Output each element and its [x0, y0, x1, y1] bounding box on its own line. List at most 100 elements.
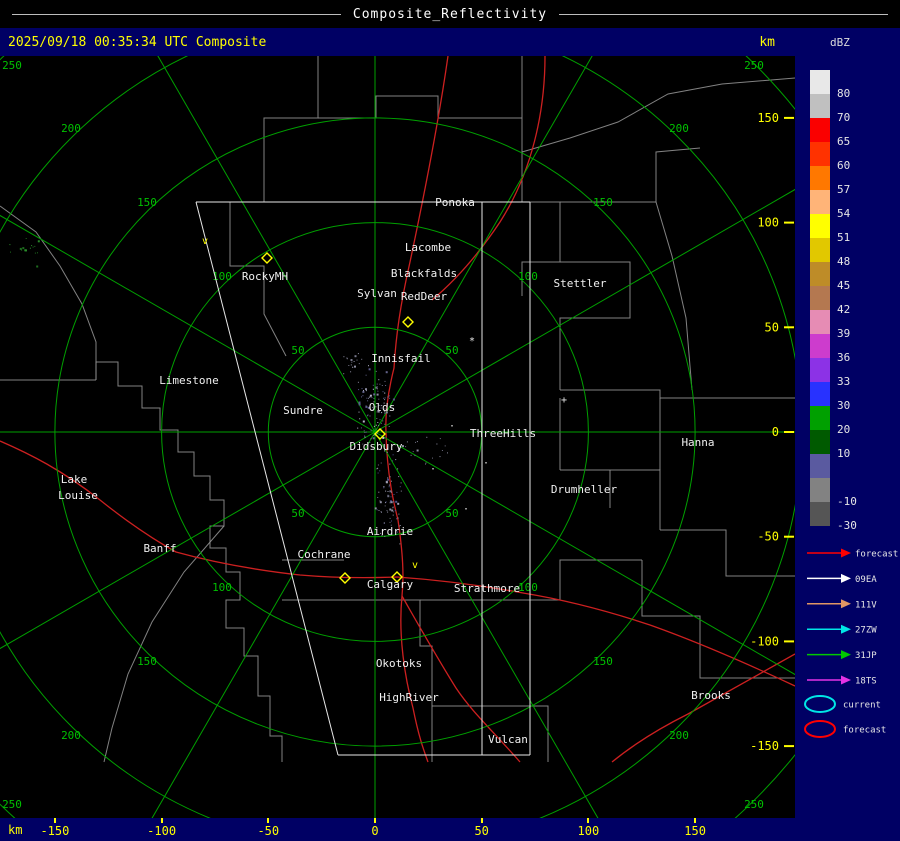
city-label-drumheller: Drumheller: [551, 483, 618, 496]
echo-pixel: [394, 510, 396, 512]
range-ring-label: 150: [593, 196, 613, 209]
echo-pixel: [362, 395, 364, 397]
track-label: 31JP: [855, 651, 877, 661]
legend-band-10: [810, 430, 830, 454]
range-ring-label: 50: [291, 507, 304, 520]
bottom-axis-unit-label: km: [8, 823, 23, 837]
echo-pixel: [400, 482, 402, 484]
bottom-axis-tick: [160, 818, 163, 823]
echo-pixel: [362, 390, 365, 393]
legend-value: 10: [837, 447, 851, 460]
echo-pixel: [389, 502, 391, 504]
echo-pixel: [392, 507, 394, 509]
echo-pixel: [373, 438, 375, 440]
echo-pixel: [343, 356, 345, 358]
legend-value: 80: [837, 87, 851, 100]
echo-pixel: [369, 394, 372, 397]
coverage-line: [195, 201, 339, 756]
right-axis-label: -150: [750, 739, 779, 753]
legend-value: 20: [837, 423, 851, 436]
echo-pixel: [366, 390, 367, 392]
echo-pixel: [391, 520, 392, 522]
title-rule-left: [12, 13, 341, 15]
echo-pixel: [397, 502, 400, 505]
echo-pixel: [395, 500, 398, 503]
echo-pixel: [439, 456, 441, 458]
range-ring-label: 200: [61, 729, 81, 742]
echo-pixel: [396, 491, 398, 493]
boundary-line: [95, 361, 283, 762]
echo-pixel: [388, 484, 390, 486]
echo-pixel: [393, 501, 395, 503]
city-label-okotoks: Okotoks: [376, 657, 422, 670]
city-label-stettler: Stettler: [554, 277, 607, 290]
echo-pixel: [426, 436, 428, 438]
echo-pixel: [389, 415, 391, 417]
range-ring-label: 50: [445, 507, 458, 520]
point-markers: * + · · · ·: [430, 336, 567, 515]
legend-value: 48: [837, 255, 851, 268]
echo-pixel: [350, 364, 352, 366]
track-arrow-head: [841, 650, 851, 660]
echo-pixel: [392, 514, 394, 516]
echo-pixel: [380, 462, 382, 464]
echo-pixel: [416, 449, 419, 452]
legend-value: 39: [837, 327, 851, 340]
legend-sidebar: dBZ 80 70 65 60 57 54 51 48 45 42 39 36 33 30 20 10 -10 -…: [795, 28, 900, 841]
echo-pixel: [396, 518, 397, 520]
legend-band-51: [810, 214, 830, 238]
echo-pixel: [375, 424, 377, 426]
echo-pixel: [376, 383, 378, 385]
legend-band-30: [810, 382, 830, 406]
point-marker: ·: [430, 464, 436, 475]
echo-pixel: [34, 245, 36, 247]
legend-band-80: [810, 70, 830, 94]
echo-pixel: [372, 384, 374, 386]
legend-band-42: [810, 286, 830, 310]
city-label-lacombe: Lacombe: [405, 241, 451, 254]
echo-pixel: [377, 464, 379, 466]
city-label-sylvan: Sylvan: [357, 287, 397, 300]
echo-pixel: [366, 397, 368, 399]
echo-pixel: [365, 431, 367, 433]
boundary-line: [560, 389, 795, 399]
echo-pixel: [32, 246, 34, 248]
echo-pixel: [386, 510, 388, 512]
track-legend: forecast 09EA 111V 27ZW 31JP 18TS current forec…: [804, 548, 898, 738]
track-arrow-head: [841, 573, 851, 583]
echo-pixel: [343, 373, 345, 375]
legend-band-39: [810, 310, 830, 334]
track-label: 27ZW: [855, 626, 877, 636]
radial-line: [0, 431, 376, 650]
bottom-axis: km -150 -100 -50 0 50 100 150: [0, 818, 795, 841]
radar-map-canvas[interactable]: 50 5050 50100 100100 100150 150150 150200 20020…: [0, 0, 900, 841]
echo-pixel: [358, 401, 361, 404]
city-label-innisfail: Innisfail: [371, 352, 431, 365]
echo-pixel: [425, 462, 427, 464]
city-label-sundre: Sundre: [283, 404, 323, 417]
echo-pixel: [395, 459, 397, 461]
echo-pixel: [399, 543, 401, 545]
echo-pixel: [361, 358, 363, 360]
legend-band-48: [810, 238, 830, 262]
bottom-axis-label: 0: [371, 824, 379, 838]
radial-line: [374, 431, 900, 736]
echo-pixel: [10, 251, 11, 253]
city-label-rockymh: RockyMH: [242, 270, 288, 283]
echo-pixel: [378, 510, 380, 511]
bottom-axis-label: 100: [577, 824, 600, 838]
echo-pixel: [348, 365, 350, 366]
radar-map[interactable]: 50 50 50 50 100 100 100 100 150 150 150 150 200 200 20…: [0, 0, 900, 841]
bottom-axis-label: -100: [147, 824, 177, 838]
range-ring-label: 150: [137, 196, 157, 209]
city-label-louise: Louise: [58, 489, 98, 502]
shape-label: current: [843, 701, 881, 711]
echo-pixel: [385, 385, 387, 386]
echo-pixel: [378, 425, 380, 427]
echo-pixel: [416, 441, 418, 443]
echo-pixel: [390, 501, 393, 504]
echo-pixel: [391, 509, 394, 512]
right-axis-unit-label: km: [759, 35, 775, 50]
echo-pixel: [357, 353, 359, 355]
echo-pixel: [382, 420, 384, 422]
